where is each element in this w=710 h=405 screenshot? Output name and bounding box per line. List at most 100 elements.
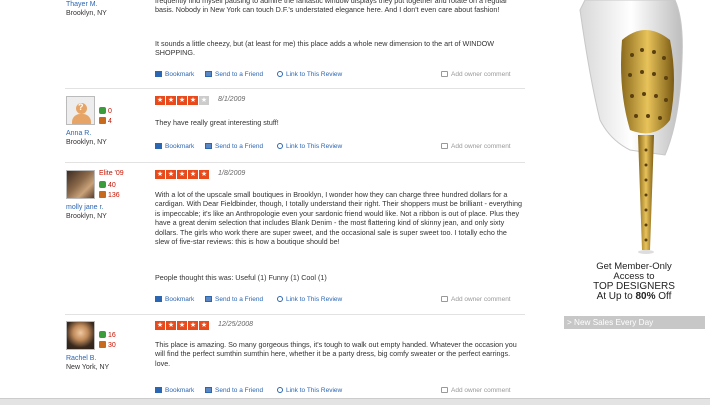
send-to-friend-link[interactable]: Send to a Friend	[205, 387, 263, 394]
send-to-friend-link[interactable]: Send to a Friend	[205, 71, 263, 78]
reviewer-info: Rachel B. New York, NY	[66, 354, 156, 372]
star-icon: ★	[155, 170, 165, 179]
bookmark-icon	[155, 296, 162, 302]
review-divider	[65, 162, 525, 163]
review-count-value: 136	[108, 192, 120, 199]
owner-label: Add owner comment	[451, 143, 511, 150]
reviewer-info: Anna R. Brooklyn, NY	[66, 129, 156, 147]
reviewer-location: Brooklyn, NY	[66, 139, 107, 146]
comment-icon	[441, 143, 448, 149]
reviewer-name[interactable]: Thayer M.	[66, 0, 156, 9]
star-rating: ★ ★ ★ ★ ★	[155, 321, 209, 330]
owner-label: Add owner comment	[451, 71, 511, 78]
star-icon: ★	[177, 170, 187, 179]
mail-icon	[205, 296, 212, 302]
comment-icon	[441, 296, 448, 302]
star-icon: ★	[188, 96, 198, 105]
review-actions: Bookmark Send to a Friend Link to This R…	[155, 71, 520, 81]
reviews-icon	[99, 191, 106, 198]
review-text: frequently find myself pausing to admire…	[155, 0, 508, 15]
review-text: It sounds a little cheezy, but (at least…	[155, 39, 495, 58]
avatar[interactable]	[66, 170, 95, 199]
avatar-body	[72, 114, 91, 124]
bookmark-label: Bookmark	[165, 387, 195, 394]
friend-count-value: 16	[108, 332, 116, 339]
star-icon: ★	[166, 170, 176, 179]
add-owner-comment-link[interactable]: Add owner comment	[441, 387, 511, 394]
shoe-image	[579, 0, 683, 254]
bookmark-icon	[155, 387, 162, 393]
send-label: Send to a Friend	[215, 71, 264, 78]
link-label: Link to This Review	[286, 387, 343, 394]
link-to-review-link[interactable]: Link to This Review	[277, 71, 342, 78]
star-icon: ★	[166, 96, 176, 105]
star-empty-icon: ★	[199, 96, 209, 105]
review-date: 12/25/2008	[218, 321, 254, 328]
question-mark-icon: ?	[78, 102, 84, 112]
link-label: Link to This Review	[286, 71, 343, 78]
link-icon	[277, 387, 283, 393]
reviewer-name-thayer[interactable]: Thayer M. Brooklyn, NY	[66, 0, 156, 18]
bookmark-icon	[155, 143, 162, 149]
send-to-friend-link[interactable]: Send to a Friend	[205, 296, 263, 303]
star-icon: ★	[155, 96, 165, 105]
review-votes: People thought this was: Useful (1) Funn…	[155, 273, 327, 282]
send-label: Send to a Friend	[215, 387, 264, 394]
ad-discount: 80%	[635, 291, 656, 302]
reviewer-name[interactable]: Anna R.	[66, 129, 156, 138]
reviews-column: Thayer M. Brooklyn, NY frequently find m…	[0, 0, 525, 405]
sidebar-ad[interactable]: Get Member-Only Access to TOP DESIGNERS …	[558, 0, 710, 405]
star-icon: ★	[188, 321, 198, 330]
friend-count: 0	[99, 107, 112, 116]
send-to-friend-link[interactable]: Send to a Friend	[205, 143, 263, 150]
owner-label: Add owner comment	[451, 296, 511, 303]
add-owner-comment-link[interactable]: Add owner comment	[441, 143, 511, 150]
add-owner-comment-link[interactable]: Add owner comment	[441, 296, 511, 303]
ad-new-sales-button[interactable]: > New Sales Every Day	[564, 316, 705, 329]
star-icon: ★	[166, 321, 176, 330]
link-to-review-link[interactable]: Link to This Review	[277, 296, 342, 303]
friend-count: 40	[99, 181, 116, 190]
review-text: With a lot of the upscale small boutique…	[155, 190, 523, 247]
review-count: 30	[99, 341, 116, 350]
star-icon: ★	[155, 321, 165, 330]
bottom-scrollbar[interactable]	[0, 398, 710, 405]
bookmark-label: Bookmark	[165, 296, 195, 303]
send-label: Send to a Friend	[215, 296, 264, 303]
link-to-review-link[interactable]: Link to This Review	[277, 387, 342, 394]
review-divider	[65, 88, 525, 89]
elite-badge: Elite '09	[99, 170, 124, 177]
review-count-value: 4	[108, 118, 112, 125]
avatar[interactable]: ?	[66, 96, 95, 125]
review-count: 4	[99, 117, 112, 126]
friend-count-value: 40	[108, 182, 116, 189]
reviewer-name[interactable]: molly jane r.	[66, 203, 156, 212]
ad-line-part: At Up to	[596, 291, 636, 302]
review-count: 136	[99, 191, 120, 200]
friends-icon	[99, 107, 106, 114]
bookmark-icon	[155, 71, 162, 77]
reviewer-location: Brooklyn, NY	[66, 10, 107, 17]
bookmark-link[interactable]: Bookmark	[155, 296, 194, 303]
bookmark-link[interactable]: Bookmark	[155, 387, 194, 394]
send-label: Send to a Friend	[215, 143, 264, 150]
avatar[interactable]	[66, 321, 95, 350]
review-count-value: 30	[108, 342, 116, 349]
mail-icon	[205, 143, 212, 149]
link-to-review-link[interactable]: Link to This Review	[277, 143, 342, 150]
star-icon: ★	[199, 321, 209, 330]
bookmark-link[interactable]: Bookmark	[155, 71, 194, 78]
review-text: This place is amazing. So many gorgeous …	[155, 340, 517, 368]
star-rating: ★ ★ ★ ★ ★	[155, 96, 209, 105]
reviews-icon	[99, 341, 106, 348]
reviewer-name[interactable]: Rachel B.	[66, 354, 156, 363]
friends-icon	[99, 331, 106, 338]
comment-icon	[441, 71, 448, 77]
add-owner-comment-link[interactable]: Add owner comment	[441, 71, 511, 78]
link-label: Link to This Review	[286, 143, 343, 150]
review-date: 1/8/2009	[218, 170, 246, 177]
bookmark-link[interactable]: Bookmark	[155, 143, 194, 150]
bookmark-label: Bookmark	[165, 71, 195, 78]
star-icon: ★	[199, 170, 209, 179]
review-actions: Bookmark Send to a Friend Link to This R…	[155, 143, 520, 153]
